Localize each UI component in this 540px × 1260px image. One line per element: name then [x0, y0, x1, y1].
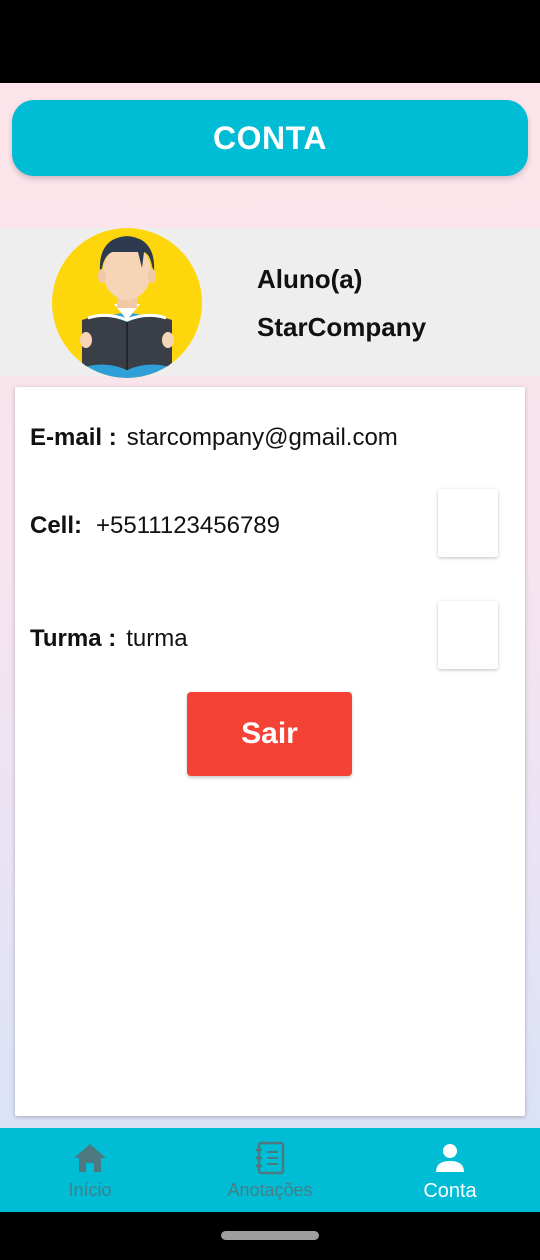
nav-item-anotacoes[interactable]: Anotações: [180, 1128, 360, 1212]
nav-label-conta: Conta: [423, 1180, 477, 1202]
turma-value: turma: [126, 625, 188, 652]
nav-item-conta[interactable]: Conta: [360, 1128, 540, 1212]
nav-label-inicio: Início: [68, 1180, 112, 1200]
avatar: [52, 228, 202, 378]
email-label: E-mail :: [30, 424, 117, 451]
cell-value: +5511123456789: [96, 512, 280, 539]
person-icon: [434, 1140, 466, 1176]
email-value: starcompany@gmail.com: [126, 424, 398, 451]
edit-turma-button[interactable]: [438, 601, 498, 669]
cell-row: Cell: +5511123456789: [30, 512, 280, 540]
status-bar: [0, 0, 540, 83]
turma-row: Turma : turma: [30, 625, 188, 653]
app-screen: CONTA Aluno(a) StarCompany E-mail: star…: [0, 83, 540, 1128]
student-reading-icon: [80, 236, 174, 378]
cell-label: Cell:: [30, 512, 83, 539]
nav-label-anotacoes: Anotações: [227, 1180, 313, 1200]
turma-label: Turma :: [30, 625, 117, 652]
system-navigation-bar: [0, 1212, 540, 1260]
nav-item-inicio[interactable]: Início: [0, 1128, 180, 1212]
home-gesture-handle[interactable]: [221, 1231, 319, 1240]
notebook-icon: [254, 1140, 286, 1176]
bottom-navigation: Início Anotações Conta: [0, 1128, 540, 1212]
email-row: E-mail : starcompany@gmail.com: [30, 424, 398, 452]
page-title: CONTA: [213, 119, 327, 156]
profile-section: Aluno(a) StarCompany: [0, 228, 540, 378]
role-label: Aluno(a): [257, 264, 363, 294]
edit-cell-button[interactable]: [438, 489, 498, 557]
home-icon: [73, 1140, 107, 1176]
logout-button[interactable]: Sair: [187, 692, 352, 776]
user-name: StarCompany: [257, 312, 427, 342]
header-bar: CONTA: [12, 100, 528, 176]
account-info-card: E-mail : starcompany@gmail.com Cell: +5511…: [15, 387, 525, 1116]
